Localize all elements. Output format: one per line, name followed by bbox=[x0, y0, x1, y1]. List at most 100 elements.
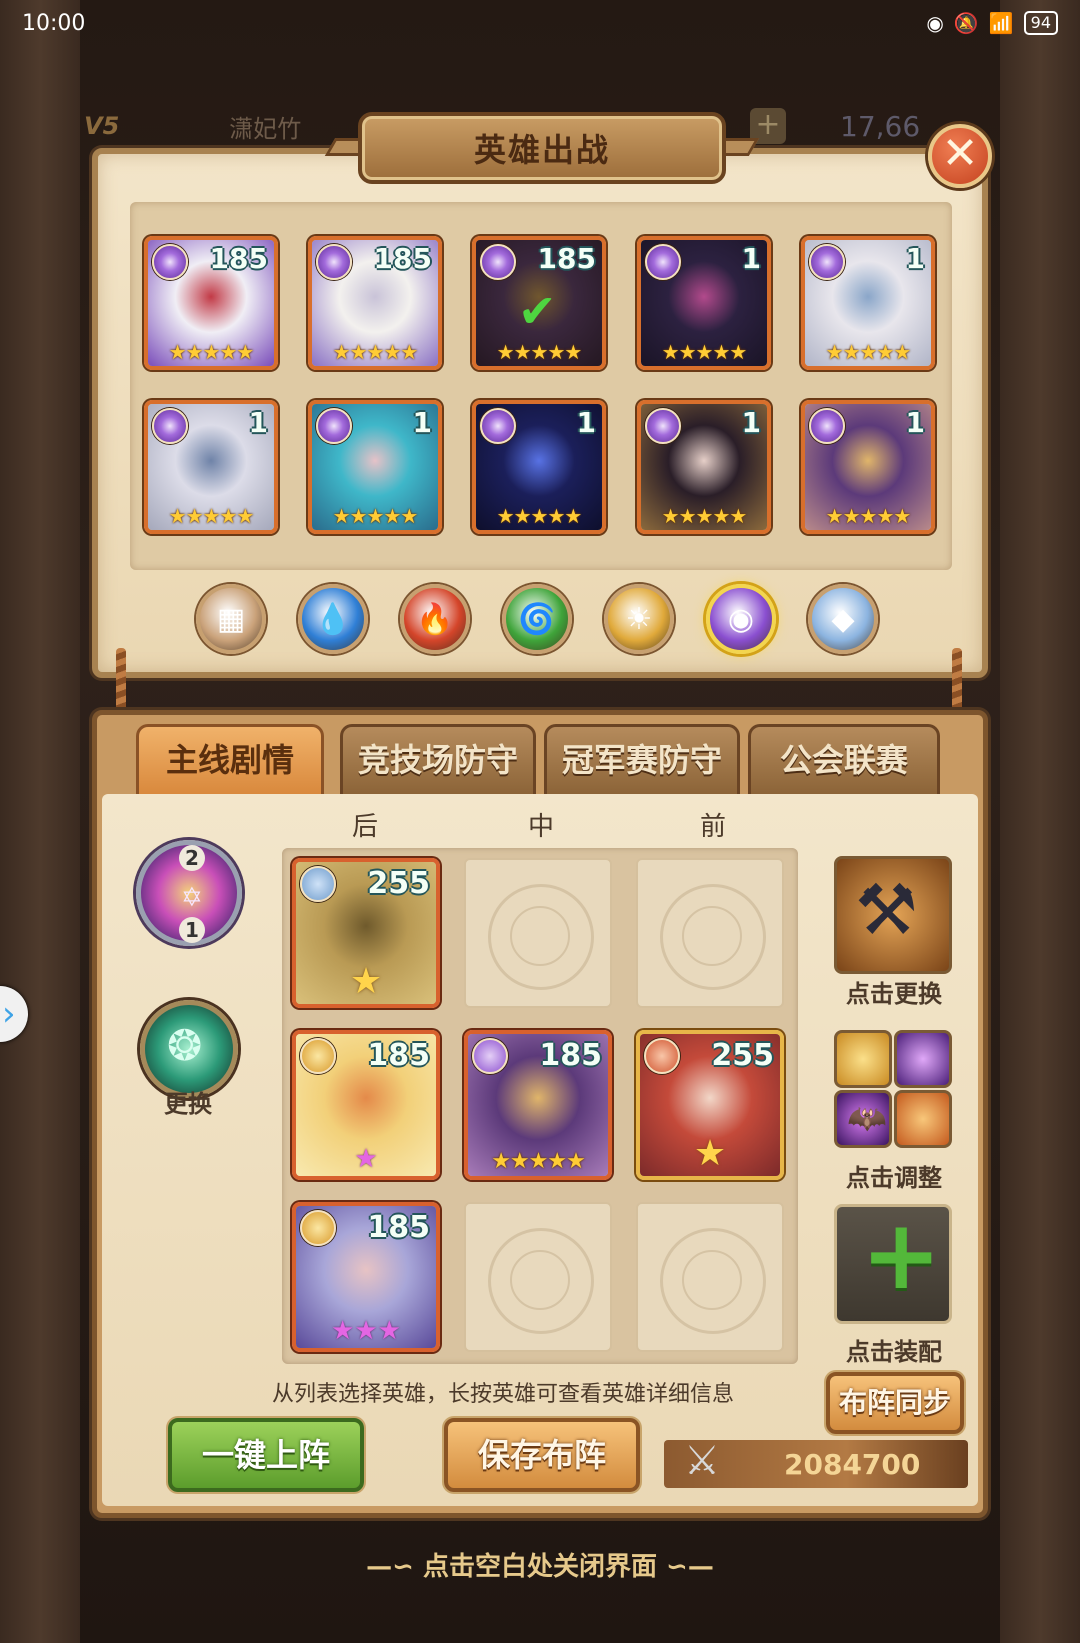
auto-deploy-button[interactable]: 一键上阵 bbox=[168, 1418, 364, 1492]
filter-fire-button[interactable]: 🔥 bbox=[400, 584, 470, 654]
hero-stars: ★ bbox=[354, 1144, 378, 1174]
hero-level: 185 bbox=[367, 1038, 430, 1073]
formation-slot-front-1[interactable] bbox=[636, 858, 784, 1008]
selection-hint: 从列表选择英雄，长按英雄可查看英雄详细信息 bbox=[272, 1382, 735, 1407]
hero-level: 185 bbox=[367, 1210, 430, 1245]
filter-wind-button[interactable]: 🌀 bbox=[502, 584, 572, 654]
hero-card[interactable]: 1 ★★★★★ bbox=[144, 400, 278, 534]
wind-icon: 🌀 bbox=[518, 601, 556, 637]
light-element-icon bbox=[300, 1210, 336, 1246]
filter-all-button[interactable]: ▦ bbox=[196, 584, 266, 654]
dark-element-icon bbox=[316, 408, 352, 444]
plus-icon: + bbox=[861, 1204, 942, 1311]
array-pattern-icon: ❂ bbox=[167, 1021, 203, 1070]
orb-count-bottom: 1 bbox=[179, 917, 205, 943]
hexagram-icon: ✡ bbox=[181, 883, 203, 913]
weapon-slot[interactable]: ⚒ bbox=[834, 856, 952, 974]
tab-2[interactable]: 冠军赛防守 bbox=[544, 724, 740, 794]
light-element-icon bbox=[300, 1038, 336, 1074]
dark-element-icon bbox=[809, 408, 845, 444]
hero-card[interactable]: 1 ★★★★★ bbox=[472, 400, 606, 534]
dark-element-icon bbox=[316, 244, 352, 280]
hero-card[interactable]: 1 ★★★★★ bbox=[637, 236, 771, 370]
hero-stars: ★★★★★ bbox=[496, 340, 583, 364]
dark-element-icon bbox=[645, 408, 681, 444]
hero-stars: ★★★★★ bbox=[825, 340, 912, 364]
formation-bonus-orb[interactable]: 2 ✡ 1 bbox=[136, 840, 242, 946]
tab-3[interactable]: 公会联赛 bbox=[748, 724, 940, 794]
light-icon: ☀ bbox=[625, 601, 653, 637]
battery-icon: 94 bbox=[1023, 11, 1058, 35]
mute-icon: 🔕 bbox=[953, 11, 979, 35]
equip-slot[interactable]: + bbox=[834, 1204, 952, 1324]
formation-slot-middle-1[interactable] bbox=[464, 858, 612, 1008]
tab-1[interactable]: 竞技场防守 bbox=[340, 724, 536, 794]
hero-card[interactable]: 1 ★★★★★ bbox=[308, 400, 442, 534]
hero-level: 1 bbox=[741, 242, 761, 275]
formation-slot-back-1[interactable]: 255 ★ bbox=[292, 858, 440, 1008]
hero-level: 1 bbox=[412, 406, 432, 439]
formation-slot-front-3[interactable] bbox=[636, 1202, 784, 1352]
hero-level: 1 bbox=[248, 406, 268, 439]
equip-label[interactable]: 点击装配 bbox=[846, 1332, 942, 1367]
hero-level: 1 bbox=[905, 406, 925, 439]
formation-slot-back-3[interactable]: 185 ★★★ bbox=[292, 1202, 440, 1352]
filter-void-button[interactable]: ◆ bbox=[808, 584, 878, 654]
filter-water-button[interactable]: 💧 bbox=[298, 584, 368, 654]
status-icons: ◉ 🔕 📶 94 bbox=[926, 11, 1058, 35]
hero-card[interactable]: 185 ★★★★★ bbox=[144, 236, 278, 370]
skill-slot-4[interactable] bbox=[894, 1090, 952, 1148]
dark-element-icon bbox=[152, 408, 188, 444]
hero-stars: ★ bbox=[693, 1133, 727, 1174]
hero-stars: ★★★★★ bbox=[168, 340, 255, 364]
hero-card[interactable]: 185 ★★★★★ bbox=[308, 236, 442, 370]
skill-slot-3[interactable]: 🦇 bbox=[834, 1090, 892, 1148]
crossed-swords-icon: ⚔ bbox=[684, 1438, 720, 1484]
formation-slot-middle-3[interactable] bbox=[464, 1202, 612, 1352]
hero-card[interactable]: 185 ★★★★★ ✔ bbox=[472, 236, 606, 370]
filter-dark-button[interactable]: ◉ bbox=[706, 584, 776, 654]
hero-stars: ★★★ bbox=[331, 1316, 401, 1346]
adjust-skills-label[interactable]: 点击调整 bbox=[846, 1158, 942, 1193]
bat-icon: 🦇 bbox=[847, 1099, 887, 1137]
formation-slot-front-2[interactable]: 255 ★ bbox=[636, 1030, 784, 1180]
right-backdrop bbox=[1000, 0, 1080, 1643]
dark-element-icon bbox=[152, 244, 188, 280]
skill-grid[interactable]: 🦇 bbox=[834, 1030, 952, 1148]
dark-element-icon bbox=[480, 244, 516, 280]
hero-level: 185 bbox=[539, 1038, 602, 1073]
skill-slot-1[interactable] bbox=[834, 1030, 892, 1088]
close-hint[interactable]: —∽ 点击空白处关闭界面 ∽— bbox=[0, 1546, 1080, 1583]
hero-stars: ★★★★★ bbox=[168, 504, 255, 528]
hero-card[interactable]: 1 ★★★★★ bbox=[801, 236, 935, 370]
hero-level: 1 bbox=[741, 406, 761, 439]
close-button[interactable]: ✕ bbox=[928, 124, 992, 188]
save-formation-button[interactable]: 保存布阵 bbox=[444, 1418, 640, 1492]
hero-card[interactable]: 1 ★★★★★ bbox=[637, 400, 771, 534]
orb-count-top: 2 bbox=[179, 845, 205, 871]
void-icon: ◆ bbox=[831, 601, 855, 637]
skill-slot-2[interactable] bbox=[894, 1030, 952, 1088]
play-arrow-icon: › bbox=[2, 994, 16, 1034]
hero-stars: ★★★★★ bbox=[661, 504, 748, 528]
status-bar: 10:00 ◉ 🔕 📶 94 bbox=[0, 0, 1080, 46]
change-weapon-label[interactable]: 点击更换 bbox=[846, 974, 942, 1009]
hero-level: 185 bbox=[209, 242, 268, 275]
mace-icon: ⚒ bbox=[855, 869, 918, 951]
formation-slot-middle-2[interactable]: 185 ★★★★★ bbox=[464, 1030, 612, 1180]
sync-formation-button[interactable]: 布阵同步 bbox=[826, 1372, 964, 1434]
hero-level: 185 bbox=[537, 242, 596, 275]
column-label-front: 前 bbox=[700, 812, 727, 842]
hero-stars: ★★★★★ bbox=[332, 504, 419, 528]
water-icon: 💧 bbox=[314, 601, 352, 637]
all-icon: ▦ bbox=[216, 601, 246, 637]
tab-0[interactable]: 主线剧情 bbox=[136, 724, 324, 794]
hero-card[interactable]: 1 ★★★★★ bbox=[801, 400, 935, 534]
formation-slot-back-2[interactable]: 185 ★ bbox=[292, 1030, 440, 1180]
dialog-title: 英雄出战 bbox=[358, 112, 726, 184]
column-label-back: 后 bbox=[352, 812, 379, 842]
hero-stars: ★ bbox=[349, 961, 383, 1002]
hero-level: 1 bbox=[576, 406, 596, 439]
swap-formation-label[interactable]: 更换 bbox=[164, 1084, 212, 1119]
filter-light-button[interactable]: ☀ bbox=[604, 584, 674, 654]
